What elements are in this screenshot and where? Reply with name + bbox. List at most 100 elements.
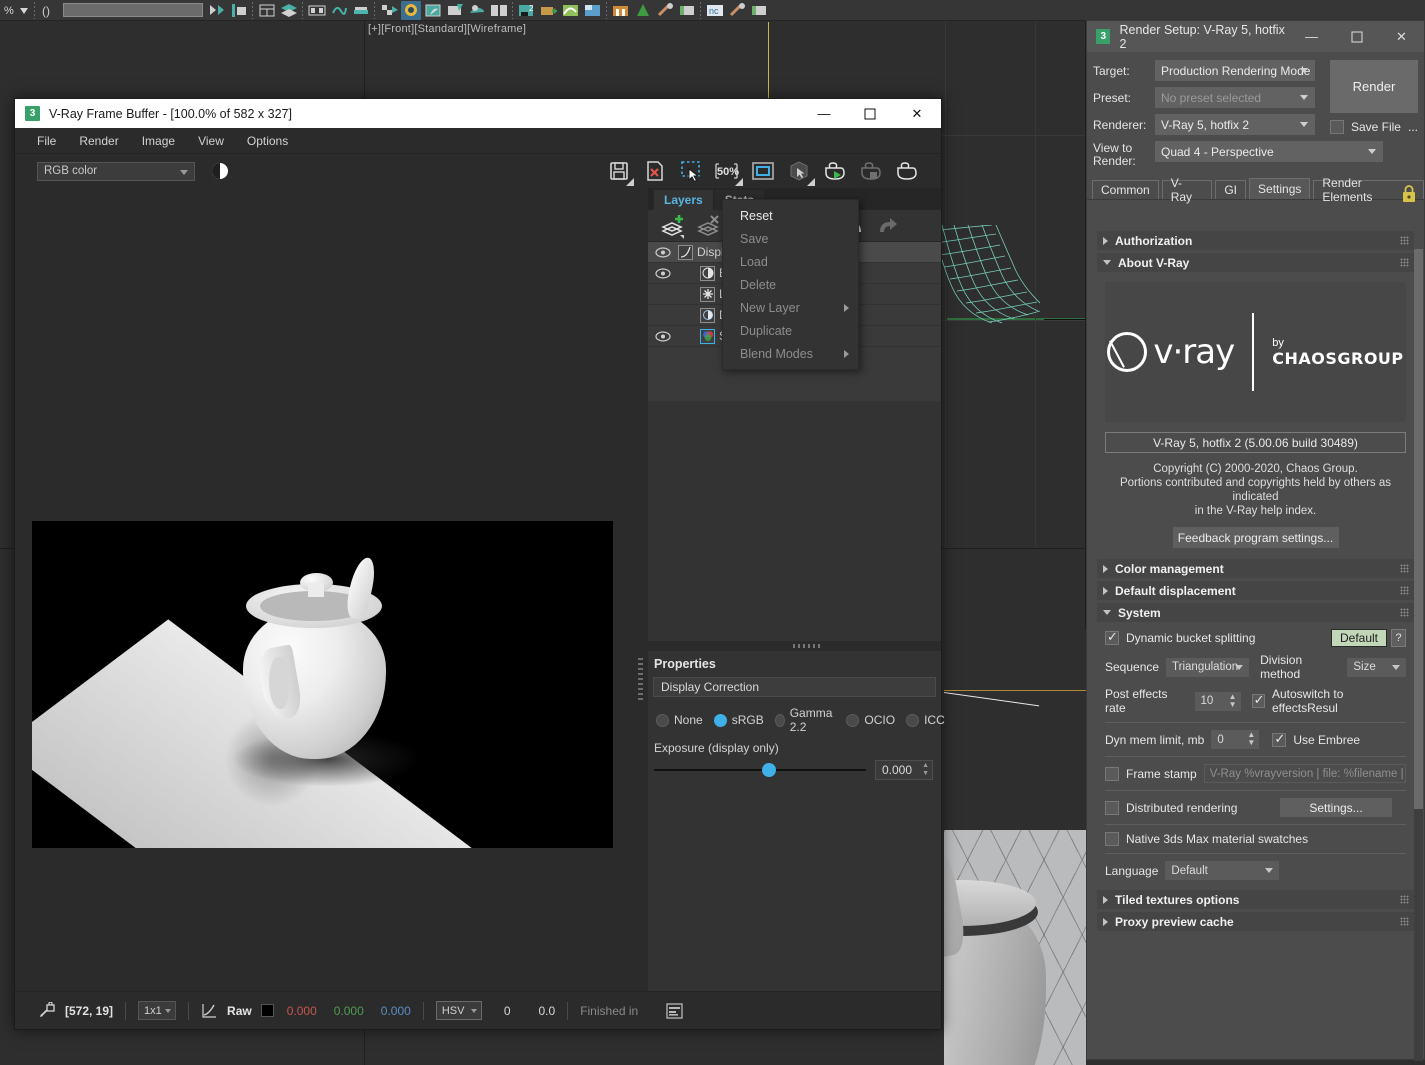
rendered-image[interactable] [32,521,613,848]
named-selection-icon[interactable]: () [39,1,59,20]
redo-icon[interactable] [873,212,903,240]
color-space-radio-group[interactable]: None sRGB Gamma 2.2 OCIO ICC [648,697,945,734]
layer-explorer-icon[interactable] [279,1,299,20]
layer-list-empty-area[interactable] [648,401,941,641]
help-button[interactable]: ? [1391,629,1406,647]
exposure-slider[interactable] [654,763,866,777]
activeshade-icon[interactable] [489,1,509,20]
lock-icon[interactable] [1402,185,1416,203]
project-folder-icon[interactable] [539,1,559,20]
render-setup-top-section[interactable]: Target: Production Rendering Mode Preset… [1087,52,1424,202]
rollout-header-color-management[interactable]: Color management [1097,559,1414,578]
radio-icc[interactable]: ICC [906,713,945,727]
rollout-color-management[interactable]: Color management [1097,559,1414,578]
curve-icon[interactable] [201,1003,218,1019]
radio-srgb[interactable]: sRGB [713,713,764,727]
rollout-system[interactable]: System Dynamic bucket splitting Default … [1097,603,1414,887]
max-script-icon[interactable] [583,1,603,20]
render-button[interactable]: Render [1330,60,1418,113]
save-image-icon[interactable] [605,158,634,186]
vfb-title-bar[interactable]: 3 V-Ray Frame Buffer - [100.0% of 582 x … [15,99,941,128]
view-to-render-row[interactable]: View to Render: Quad 4 - Perspective [1093,141,1418,168]
drag-handle-icon[interactable] [1400,917,1409,926]
context-menu-item-reset[interactable]: Reset [723,204,858,227]
dynamic-bucket-splitting-row[interactable]: Dynamic bucket splitting Default ? [1097,626,1414,650]
rollout-header-about-vray[interactable]: About V-Ray [1097,253,1414,272]
distributed-rendering-checkbox[interactable] [1105,800,1119,815]
rollout-header-tiled-textures[interactable]: Tiled textures options [1097,890,1414,909]
log-icon[interactable] [666,1002,683,1019]
layer-context-menu[interactable]: Reset Save Load Delete New Layer Duplica… [722,199,859,370]
align-icon[interactable] [229,1,249,20]
vfb-menu-image[interactable]: Image [142,134,175,148]
render-setup-scroll-area[interactable]: Authorization About V-Ray v·ray by CHAOS… [1087,228,1424,1059]
render-image-area[interactable] [15,188,634,991]
rollout-header-system[interactable]: System [1097,603,1414,622]
render-iterative-icon[interactable] [467,1,487,20]
percent-snap-icon[interactable]: % [1,1,31,20]
tools-icon[interactable] [655,1,675,20]
max-main-toolbar[interactable]: % () 2 nc [0,0,1425,21]
post-effects-rate-field[interactable]: 10 ▲ ▼ [1194,691,1241,711]
rollout-header-proxy-preview-cache[interactable]: Proxy preview cache [1097,912,1414,931]
schematic-view-icon[interactable] [329,1,349,20]
exposure-value-field[interactable]: 0.000 ▲ ▼ [875,760,933,780]
vfb-menu-file[interactable]: File [37,134,56,148]
stop-render-icon[interactable] [857,158,885,184]
tools2-icon[interactable] [727,1,747,20]
render-setup-minimize-button[interactable]: — [1289,21,1334,52]
drag-handle-icon[interactable] [1400,586,1409,595]
vfb-menu-options[interactable]: Options [247,134,288,148]
render-frame-window-icon[interactable] [423,1,443,20]
curve-editor-icon[interactable] [307,1,327,20]
tab-common[interactable]: Common [1092,180,1159,199]
view-to-render-dropdown[interactable]: Quad 4 - Perspective [1155,141,1383,162]
tab-settings[interactable]: Settings [1249,178,1311,199]
drag-handle-icon[interactable] [1400,258,1409,267]
dyn-mem-limit-field[interactable]: 0 ▲ ▼ [1211,730,1260,749]
division-method-dropdown[interactable]: Size [1347,657,1407,677]
vfb-menu-render[interactable]: Render [79,134,118,148]
name-field-input[interactable] [63,3,203,17]
delete-layer-icon[interactable] [693,212,723,240]
default-button[interactable]: Default [1331,629,1387,647]
language-row[interactable]: Language Default [1097,858,1414,883]
color-swatch[interactable] [260,1004,274,1017]
tab-gi[interactable]: GI [1215,180,1247,199]
post-effects-rate-row[interactable]: Post effects rate 10 ▲▼ Autoswitch to ef… [1097,684,1414,718]
render-setup-icon[interactable] [401,0,421,20]
substance-icon[interactable] [633,1,653,20]
rollout-default-displacement[interactable]: Default displacement [1097,581,1414,600]
save-file-browse-button[interactable]: ... [1408,120,1418,134]
channel-select-dropdown[interactable]: RGB color [37,161,195,181]
spinner-icon[interactable]: ▲ ▼ [922,762,929,777]
color-mode-toggle-icon[interactable] [211,162,229,180]
eye-icon[interactable] [648,330,678,342]
add-layer-icon[interactable] [657,212,687,240]
frame-stamp-row[interactable]: Frame stamp V-Ray %vrayversion | file: %… [1097,761,1414,786]
rollout-proxy-preview-cache[interactable]: Proxy preview cache [1097,912,1414,931]
distributed-rendering-row[interactable]: Distributed rendering Settings... [1097,795,1414,820]
exposure-slider-handle[interactable] [762,763,777,777]
render-setup-window[interactable]: 3 Render Setup: V-Ray 5, hotfix 2 — ✕ Ta… [1086,20,1425,1061]
vfb-status-bar[interactable]: [572, 19] 1x1 Raw 0.000 0.000 0.000 HSV … [15,991,941,1029]
sequence-dropdown[interactable]: Triangulation [1166,657,1250,677]
rollout-tiled-textures-options[interactable]: Tiled textures options [1097,890,1414,909]
spinner-icon[interactable]: ▲ ▼ [1247,731,1255,747]
vfb-window-buttons[interactable]: — ✕ [801,99,941,128]
sequence-row[interactable]: Sequence Triangulation Division method S… [1097,650,1414,684]
drag-handle-icon[interactable] [1400,895,1409,904]
content-browser-icon[interactable] [611,1,631,20]
rollout-authorization[interactable]: Authorization [1097,231,1414,250]
save-file-row[interactable]: Save File ... [1329,120,1418,134]
vfb-menu-view[interactable]: View [198,134,224,148]
color-mode-dropdown[interactable]: HSV [435,1001,482,1020]
pixel-lock-icon[interactable] [39,1001,55,1020]
clear-image-icon[interactable] [641,158,669,184]
vfb-menu-bar[interactable]: File Render Image View Options [15,128,941,154]
tab-vray[interactable]: V-Ray [1161,176,1213,204]
vfb-toolbar-buttons[interactable]: 50% [605,158,931,186]
dyn-mem-limit-row[interactable]: Dyn mem limit, mb 0 ▲▼ Use Embree [1097,727,1414,752]
autoswitch-checkbox[interactable] [1251,692,1265,708]
rollout-header-default-displacement[interactable]: Default displacement [1097,581,1414,600]
